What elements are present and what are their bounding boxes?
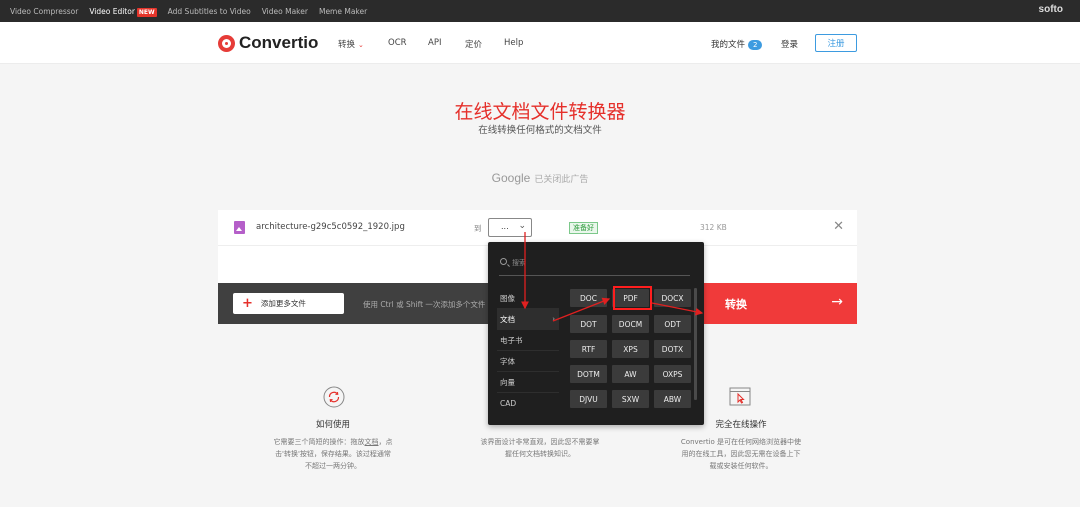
file-size: 312 KB bbox=[700, 223, 727, 232]
google-label: Google bbox=[491, 171, 531, 185]
image-file-icon bbox=[234, 221, 245, 234]
site-header: Convertio 转换 ⌄ OCR API 定价 Help 我的文件 2 登录 注… bbox=[0, 22, 1080, 64]
format-option-odt[interactable]: ODT bbox=[654, 315, 691, 333]
format-search-placeholder: 搜索 bbox=[512, 259, 526, 267]
document-link[interactable]: 文档 bbox=[365, 438, 379, 446]
feature-desc-how-to-line-2: 击'转换'按钮，保存结果。该过程通常 bbox=[275, 450, 391, 458]
convertio-logo[interactable]: Convertio bbox=[218, 33, 318, 53]
close-icon[interactable]: ✕ bbox=[833, 219, 844, 234]
format-option-aw[interactable]: AW bbox=[612, 365, 649, 383]
my-files-label: 我的文件 bbox=[711, 40, 746, 50]
feature-desc-how-to-line-1: 它需要三个简短的操作：拖放文档，点 bbox=[248, 436, 418, 448]
format-option-oxps[interactable]: OXPS bbox=[654, 365, 691, 383]
format-option-docm[interactable]: DOCM bbox=[612, 315, 649, 333]
feature-desc-how-to-line-3: 不超过一两分钟。 bbox=[305, 462, 361, 470]
nav-convert-label: 转换 bbox=[338, 40, 356, 50]
category-cad[interactable]: CAD bbox=[497, 393, 559, 414]
category-ebook[interactable]: 电子书 bbox=[497, 330, 559, 351]
softo-logo[interactable]: softo bbox=[1039, 4, 1063, 15]
category-vector[interactable]: 向量 bbox=[497, 372, 559, 393]
format-option-doc[interactable]: DOC bbox=[570, 289, 607, 307]
chevron-right-icon: › bbox=[552, 315, 555, 323]
feature-title-how-to: 如何使用 bbox=[315, 420, 350, 430]
feature-desc-online-line-2: 用的在线工具，因此您无需在设备上下 bbox=[681, 450, 801, 458]
format-dropdown: 搜索 图像 文档 › 电子书 字体 向量 CAD DOC PDF DOCX DOT… bbox=[488, 242, 704, 425]
format-option-djvu[interactable]: DJVU bbox=[570, 390, 607, 408]
convert-label: 转换 bbox=[725, 297, 747, 311]
category-image[interactable]: 图像 bbox=[497, 288, 559, 309]
topbar-link-video-editor[interactable]: Video Editor NEW bbox=[89, 6, 157, 17]
signup-button[interactable]: 注册 bbox=[815, 34, 857, 52]
format-option-docx[interactable]: DOCX bbox=[654, 289, 691, 307]
category-font[interactable]: 字体 bbox=[497, 351, 559, 372]
feature-title-online: 完全在线操作 bbox=[715, 420, 767, 430]
format-option-dotx[interactable]: DOTX bbox=[654, 340, 691, 358]
ad-closed-note: Google 已关闭此广告 bbox=[0, 171, 1080, 185]
softo-topbar: Video Compressor Video Editor NEW Add Sub… bbox=[0, 0, 1080, 22]
to-label: 到 bbox=[474, 224, 482, 233]
category-document[interactable]: 文档 › bbox=[497, 309, 559, 330]
feature-desc-online-line-1: Convertio 是可在任何网络浏览器中使 bbox=[680, 438, 802, 446]
login-link[interactable]: 登录 bbox=[781, 38, 798, 50]
feature-desc-easy: 该界面设计非常直观，因此您不需要掌 握任何文档转换知识。 bbox=[455, 436, 625, 460]
file-name: architecture-g29c5c0592_1920.jpg bbox=[256, 222, 405, 232]
output-format-value: ... bbox=[501, 222, 509, 231]
convert-button[interactable]: 转换 → bbox=[697, 283, 857, 324]
output-format-select[interactable]: ... ⌄ bbox=[488, 218, 532, 237]
feature-desc-easy-line-1: 该界面设计非常直观，因此您不需要掌 bbox=[480, 438, 600, 446]
nav-api[interactable]: API bbox=[428, 38, 441, 48]
search-icon bbox=[500, 258, 507, 265]
feature-desc-online-line-3: 载或安装任何软件。 bbox=[709, 462, 773, 470]
convertio-logo-icon bbox=[218, 34, 235, 52]
chevron-down-icon: ⌄ bbox=[358, 41, 364, 49]
page-title: 在线文档文件转换器 bbox=[454, 101, 626, 123]
topbar-link-video-maker[interactable]: Video Maker bbox=[262, 7, 308, 16]
add-more-files-button[interactable]: + 添加更多文件 bbox=[233, 293, 344, 314]
format-search-input[interactable]: 搜索 bbox=[499, 254, 690, 276]
format-option-sxw[interactable]: SXW bbox=[612, 390, 649, 408]
add-more-files-label: 添加更多文件 bbox=[260, 299, 306, 308]
chevron-down-icon: ⌄ bbox=[518, 221, 526, 231]
feature-desc-online: Convertio 是可在任何网络浏览器中使 用的在线工具，因此您无需在设备上下… bbox=[656, 436, 826, 472]
category-document-label: 文档 bbox=[500, 314, 515, 324]
dropdown-scrollbar[interactable] bbox=[694, 288, 697, 400]
topbar-link-video-compressor[interactable]: Video Compressor bbox=[10, 7, 78, 16]
feature-desc-how-to: 它需要三个简短的操作：拖放文档，点 击'转换'按钮，保存结果。该过程通常 不超过… bbox=[248, 436, 418, 472]
format-option-abw[interactable]: ABW bbox=[654, 390, 691, 408]
desc-how-to-line-1-prefix: 它需要三个简短的操作：拖放 bbox=[273, 438, 365, 446]
browser-cursor-icon bbox=[729, 387, 751, 406]
my-files-link[interactable]: 我的文件 2 bbox=[711, 38, 763, 50]
refresh-icon bbox=[323, 386, 345, 408]
nav-ocr[interactable]: OCR bbox=[388, 38, 407, 48]
status-badge: 准备好 bbox=[569, 222, 598, 234]
format-option-dot[interactable]: DOT bbox=[570, 315, 607, 333]
format-option-xps[interactable]: XPS bbox=[612, 340, 649, 358]
page-subtitle: 在线转换任何格式的文档文件 bbox=[478, 125, 602, 136]
topbar-link-add-subtitles[interactable]: Add Subtitles to Video bbox=[168, 7, 251, 16]
plus-icon: + bbox=[242, 296, 253, 311]
format-option-dotm[interactable]: DOTM bbox=[570, 365, 607, 383]
logo-text: Convertio bbox=[239, 33, 319, 52]
format-option-rtf[interactable]: RTF bbox=[570, 340, 607, 358]
pdf-highlight-box bbox=[613, 286, 652, 310]
nav-convert[interactable]: 转换 ⌄ bbox=[338, 38, 364, 50]
feature-desc-easy-line-2: 握任何文档转换知识。 bbox=[505, 450, 575, 458]
multi-select-hint: 使用 Ctrl 或 Shift 一次添加多个文件 bbox=[363, 300, 486, 309]
topbar-link-meme-maker[interactable]: Meme Maker bbox=[319, 7, 367, 16]
nav-help[interactable]: Help bbox=[504, 38, 523, 48]
new-badge: NEW bbox=[136, 7, 157, 17]
topbar-link-video-editor-label: Video Editor bbox=[89, 6, 135, 16]
file-row: architecture-g29c5c0592_1920.jpg 到 ... ⌄… bbox=[218, 210, 857, 246]
my-files-count-badge: 2 bbox=[748, 40, 763, 50]
nav-pricing[interactable]: 定价 bbox=[465, 38, 482, 50]
ad-closed-text: 已关闭此广告 bbox=[534, 175, 589, 185]
arrow-right-icon: → bbox=[831, 294, 843, 310]
desc-how-to-line-1-suffix: ，点 bbox=[378, 438, 393, 446]
